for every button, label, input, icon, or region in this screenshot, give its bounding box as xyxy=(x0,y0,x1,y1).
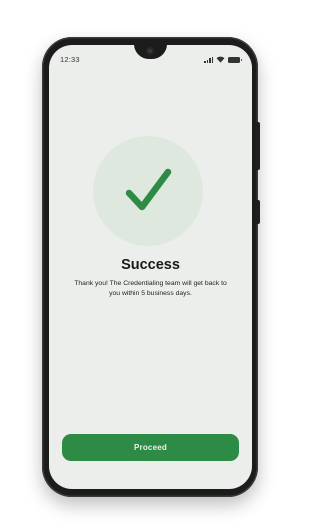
power-button xyxy=(256,122,260,170)
success-badge xyxy=(93,136,203,246)
status-icons xyxy=(204,55,242,64)
success-message: Thank you! The Credentialing team will g… xyxy=(74,280,227,297)
signal-icon xyxy=(204,56,213,63)
proceed-button[interactable]: Proceed xyxy=(62,434,239,461)
status-time: 12:33 xyxy=(60,55,80,64)
checkmark-icon xyxy=(125,168,172,211)
camera-notch xyxy=(134,45,167,59)
volume-button xyxy=(256,200,260,224)
success-title: Success xyxy=(121,257,180,273)
battery-icon xyxy=(228,56,242,63)
front-camera-icon xyxy=(146,47,154,55)
wifi-icon xyxy=(216,56,225,63)
phone-screen: 12:33 Success Thank you! The Credentiali… xyxy=(49,45,252,489)
